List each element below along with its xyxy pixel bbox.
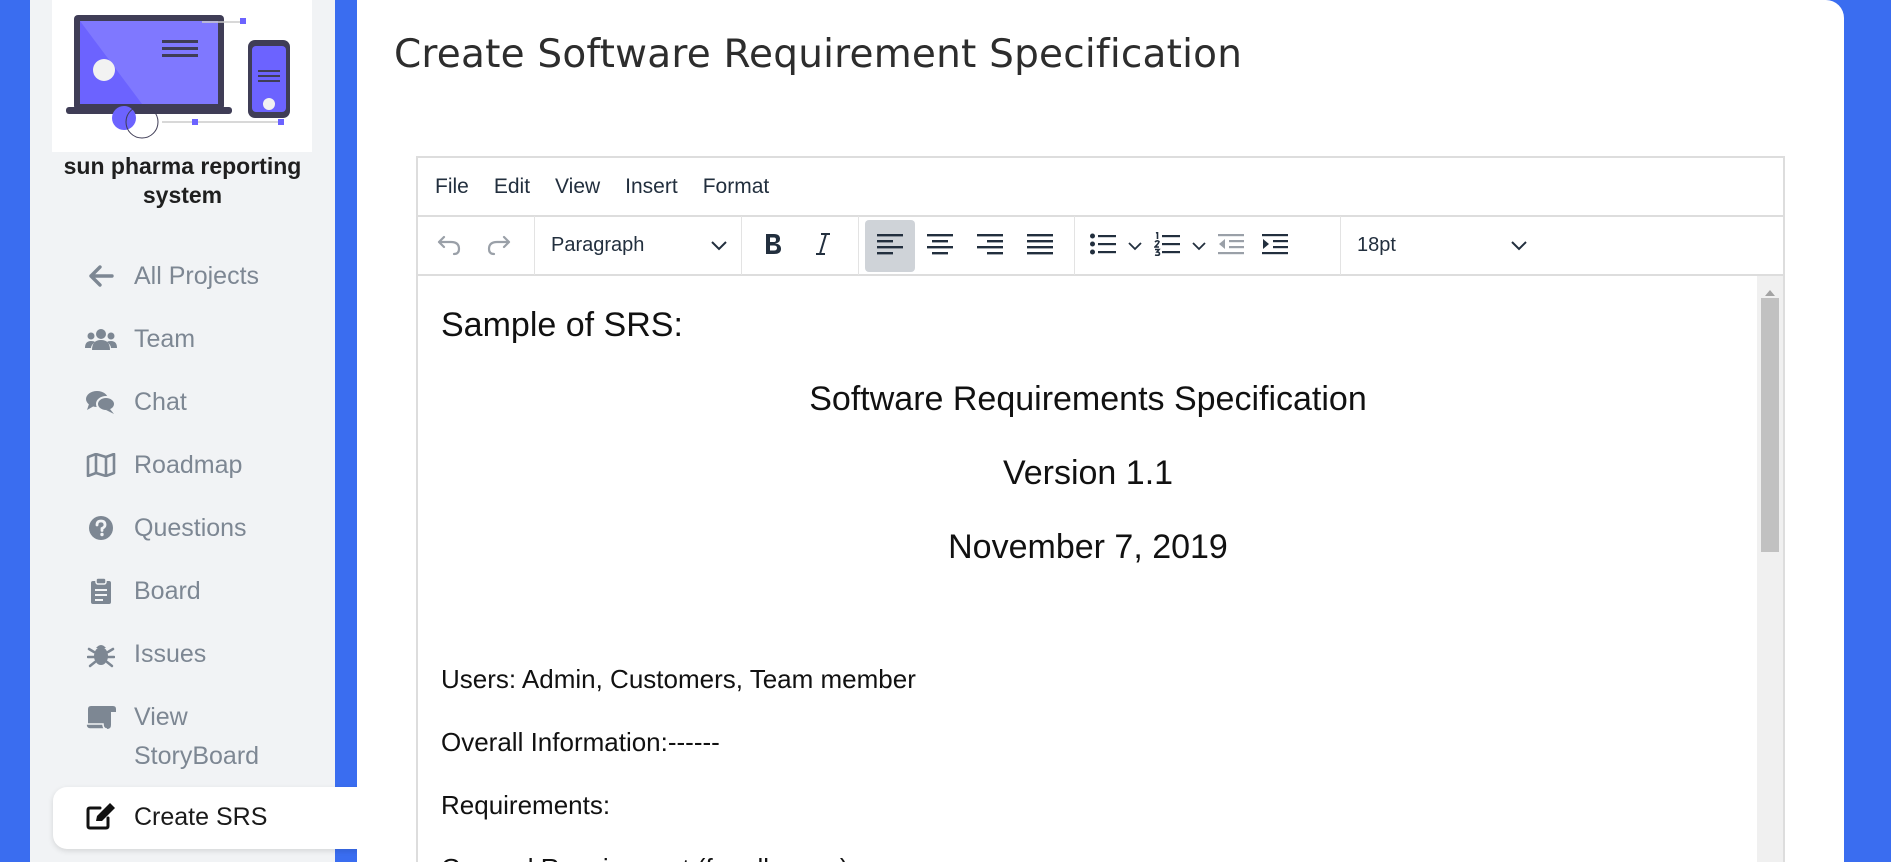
list-group xyxy=(1075,216,1341,275)
sidebar-item-all-projects[interactable]: All Projects xyxy=(30,257,335,317)
block-format-select[interactable]: Paragraph xyxy=(539,220,737,272)
brand-name: sun pharma reporting system xyxy=(63,153,302,208)
sidebar-item-label: Chat xyxy=(134,388,187,416)
sidebar-item-label: Roadmap xyxy=(134,451,243,479)
menu-view[interactable]: View xyxy=(555,175,600,199)
align-left-button[interactable] xyxy=(865,219,915,272)
font-size-group: 18pt xyxy=(1341,216,1541,275)
sidebar-item-board[interactable]: Board xyxy=(30,572,335,632)
outdent-button[interactable] xyxy=(1209,220,1253,272)
sidebar-item-label: Questions xyxy=(134,514,247,542)
sidebar-item-issues[interactable]: Issues xyxy=(30,635,335,695)
sidebar-item-label: Team xyxy=(134,325,196,353)
doc-heading: Sample of SRS: xyxy=(441,306,683,344)
numbered-list-button[interactable] xyxy=(1145,220,1189,272)
numbered-list-split xyxy=(1145,220,1209,272)
sidebar: sun pharma reporting system All Projects… xyxy=(30,0,385,862)
history-group xyxy=(418,216,535,275)
sidebar-item-label: View xyxy=(134,703,188,731)
block-format-value: Paragraph xyxy=(551,234,645,256)
text-style-group xyxy=(742,216,859,275)
logo-illustration xyxy=(52,0,312,152)
edit-icon xyxy=(85,800,117,832)
doc-date: November 7, 2019 xyxy=(948,528,1228,566)
bullet-list-options-button[interactable] xyxy=(1125,236,1145,255)
align-center-icon xyxy=(927,233,953,259)
map-icon xyxy=(85,449,117,481)
chevron-down-icon xyxy=(1511,234,1527,257)
doc-overall: Overall Information:------ xyxy=(441,727,720,757)
bold-button[interactable] xyxy=(748,220,798,272)
menu-insert[interactable]: Insert xyxy=(625,175,678,199)
editor-scrollbar[interactable] xyxy=(1757,276,1783,862)
italic-button[interactable] xyxy=(798,220,848,272)
sidebar-item-create-srs[interactable]: Create SRS xyxy=(53,787,385,849)
sidebar-item-label: Board xyxy=(134,577,201,605)
sidebar-item-view-storyboard[interactable]: View StoryBoard xyxy=(30,698,335,778)
redo-button[interactable] xyxy=(474,220,524,272)
bug-icon xyxy=(85,638,117,670)
undo-button[interactable] xyxy=(424,220,474,272)
doc-version: Version 1.1 xyxy=(1002,454,1174,492)
numbered-list-icon xyxy=(1153,230,1180,260)
clipboard-icon xyxy=(85,575,117,607)
numbered-list-options-button[interactable] xyxy=(1189,236,1209,255)
chevron-down-icon xyxy=(711,234,727,257)
font-size-value: 18pt xyxy=(1357,234,1396,256)
sidebar-item-label: Issues xyxy=(134,640,207,668)
editor-menubar: File Edit View Insert Format xyxy=(418,158,1783,217)
arrow-left-icon xyxy=(85,260,117,292)
undo-icon xyxy=(436,232,462,260)
indent-icon xyxy=(1262,233,1288,259)
align-right-icon xyxy=(977,233,1003,259)
scroll-icon xyxy=(85,701,117,733)
menu-edit[interactable]: Edit xyxy=(494,175,530,199)
question-circle-icon xyxy=(85,512,117,544)
comments-icon xyxy=(85,386,117,418)
alignment-group xyxy=(859,216,1075,275)
scroll-thumb[interactable] xyxy=(1761,298,1779,552)
sidebar-item-chat[interactable]: Chat xyxy=(30,383,335,443)
chevron-down-icon xyxy=(1192,236,1206,255)
outdent-icon xyxy=(1218,233,1244,259)
sidebar-item-questions[interactable]: Questions xyxy=(30,509,335,569)
bullet-list-icon xyxy=(1090,233,1116,259)
editor-content-area[interactable]: Sample of SRS: Software Requirements Spe… xyxy=(418,276,1758,862)
page-title: Create Software Requirement Specificatio… xyxy=(394,32,1243,77)
doc-title: Software Requirements Specification xyxy=(809,380,1367,418)
users-icon xyxy=(85,323,117,355)
sidebar-item-label: Create SRS xyxy=(134,803,268,831)
indent-button[interactable] xyxy=(1253,220,1297,272)
bullet-list-button[interactable] xyxy=(1081,220,1125,272)
block-format-group: Paragraph xyxy=(535,216,742,275)
chevron-down-icon xyxy=(1128,236,1142,255)
menu-file[interactable]: File xyxy=(435,175,469,199)
sidebar-item-team[interactable]: Team xyxy=(30,320,335,380)
sidebar-item-label: All Projects xyxy=(134,262,260,290)
main-panel: Create Software Requirement Specificatio… xyxy=(357,0,1844,862)
align-justify-icon xyxy=(1027,233,1053,259)
align-center-button[interactable] xyxy=(915,220,965,272)
redo-icon xyxy=(486,232,512,260)
align-left-icon xyxy=(877,233,903,259)
align-justify-button[interactable] xyxy=(1015,220,1065,272)
bold-icon xyxy=(763,232,783,260)
sidebar-item-label-line2: StoryBoard xyxy=(134,742,260,770)
doc-general-requirement: General Requirement (for all users) xyxy=(441,853,849,862)
sidebar-item-roadmap[interactable]: Roadmap xyxy=(30,446,335,506)
bullet-list-split xyxy=(1081,220,1145,272)
editor-toolbar: Paragraph 18pt xyxy=(418,216,1783,276)
font-size-select[interactable]: 18pt xyxy=(1345,220,1537,272)
doc-users: Users: Admin, Customers, Team member xyxy=(441,664,916,694)
doc-requirements: Requirements: xyxy=(441,790,611,820)
rich-text-editor: File Edit View Insert Format Paragraph 1… xyxy=(416,156,1785,862)
align-right-button[interactable] xyxy=(965,220,1015,272)
menu-format[interactable]: Format xyxy=(703,175,770,199)
italic-icon xyxy=(815,232,831,260)
